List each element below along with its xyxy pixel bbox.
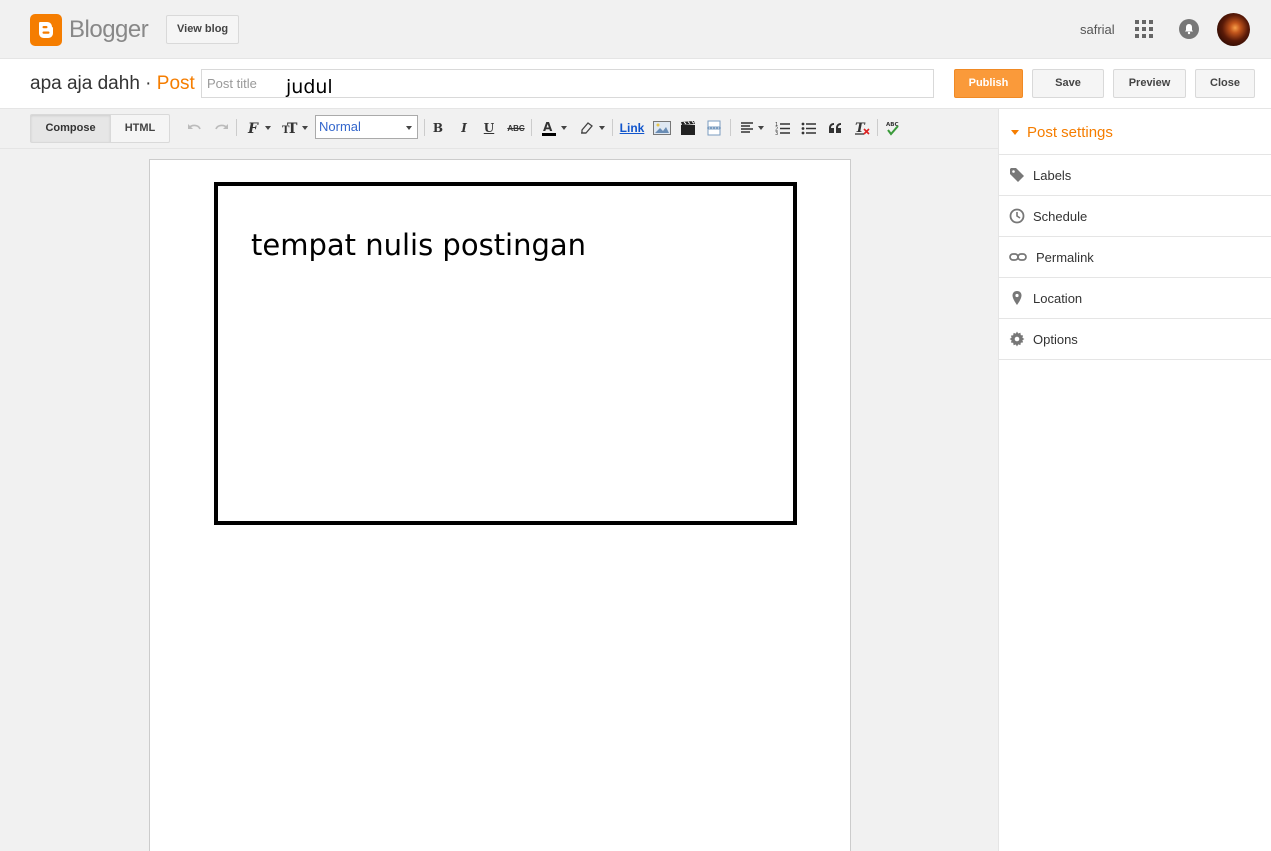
link-button[interactable]: Link (619, 118, 645, 138)
typed-title-annotation: judul (286, 76, 333, 98)
toolbar-divider (612, 119, 613, 136)
editor-toolbar: Compose HTML F TT Normal B I U ABC A Lin… (0, 109, 998, 149)
close-button[interactable]: Close (1195, 69, 1255, 98)
spellcheck-icon[interactable]: ABC (883, 118, 903, 138)
save-button[interactable]: Save (1032, 69, 1104, 98)
toolbar-divider (236, 119, 237, 136)
preview-button[interactable]: Preview (1113, 69, 1186, 98)
post-settings-sidebar: Post settings Labels Schedule Permalink … (998, 109, 1271, 851)
user-avatar[interactable] (1217, 13, 1250, 46)
numbered-list-icon[interactable]: 123 (773, 118, 793, 138)
settings-item-label: Schedule (1033, 209, 1088, 224)
toolbar-divider (877, 119, 878, 136)
gear-icon (1009, 331, 1025, 347)
blog-name[interactable]: apa aja dahh (30, 73, 140, 94)
settings-item-labels[interactable]: Labels (999, 155, 1271, 196)
blogger-logo-icon (30, 14, 62, 46)
settings-item-location[interactable]: Location (999, 278, 1271, 319)
settings-item-label: Labels (1033, 168, 1072, 183)
tag-icon (1009, 167, 1025, 183)
collapse-triangle-icon (1011, 130, 1019, 135)
apps-grid-icon[interactable] (1135, 20, 1153, 38)
insert-jump-break-icon[interactable] (704, 118, 724, 138)
strikethrough-button[interactable]: ABC (505, 118, 527, 138)
clock-icon (1009, 208, 1025, 224)
format-select-value: Normal (319, 119, 361, 134)
settings-item-label: Permalink (1036, 250, 1094, 265)
settings-item-permalink[interactable]: Permalink (999, 237, 1271, 278)
svg-text:3: 3 (775, 131, 778, 135)
breadcrumb: apa aja dahh · Post (30, 73, 195, 95)
svg-text:F: F (247, 121, 259, 135)
toolbar-divider (531, 119, 532, 136)
insert-video-icon[interactable] (678, 118, 698, 138)
settings-item-label: Location (1033, 291, 1083, 306)
section-label: Post (156, 73, 195, 94)
post-settings-title: Post settings (1027, 124, 1113, 141)
breadcrumb-separator: · (145, 73, 152, 94)
user-name[interactable]: safrial (1080, 22, 1115, 37)
pin-icon (1009, 290, 1025, 306)
link-icon (1009, 249, 1027, 265)
bullet-list-icon[interactable] (799, 118, 819, 138)
svg-text:T: T (287, 121, 298, 135)
italic-button[interactable]: I (456, 118, 472, 138)
highlight-color-icon[interactable] (576, 118, 608, 138)
html-mode-button[interactable]: HTML (111, 114, 170, 143)
post-title-placeholder: Post title (207, 76, 257, 91)
font-size-icon[interactable]: TT (280, 118, 310, 138)
publish-button[interactable]: Publish (954, 69, 1023, 98)
text-align-icon[interactable] (737, 118, 767, 138)
settings-item-schedule[interactable]: Schedule (999, 196, 1271, 237)
underline-button[interactable]: U (481, 118, 497, 138)
svg-text:A: A (543, 120, 553, 134)
annotation-text: tempat nulis postingan (251, 228, 587, 262)
font-family-icon[interactable]: F (244, 118, 274, 138)
title-bar: apa aja dahh · Post Post title Publish S… (0, 59, 1271, 109)
blogger-logo-text: Blogger (69, 16, 149, 43)
post-settings-header[interactable]: Post settings (999, 109, 1271, 155)
undo-icon[interactable] (186, 118, 204, 138)
settings-item-options[interactable]: Options (999, 319, 1271, 360)
notifications-bell-icon[interactable] (1179, 19, 1199, 39)
compose-mode-button[interactable]: Compose (30, 114, 111, 143)
text-color-icon[interactable]: A (538, 118, 570, 138)
redo-icon[interactable] (212, 118, 230, 138)
toolbar-divider (424, 119, 425, 136)
toolbar-divider (730, 119, 731, 136)
settings-item-label: Options (1033, 332, 1078, 347)
view-blog-button[interactable]: View blog (166, 15, 240, 44)
insert-image-icon[interactable] (652, 118, 672, 138)
clear-formatting-icon[interactable]: T (852, 118, 872, 138)
top-bar: Blogger View blog safrial (0, 0, 1271, 59)
quote-icon[interactable] (825, 118, 845, 138)
paragraph-format-select[interactable]: Normal (315, 115, 418, 139)
bold-button[interactable]: B (430, 118, 446, 138)
chevron-down-icon (406, 126, 412, 130)
blogger-logo[interactable]: Blogger (30, 14, 149, 46)
